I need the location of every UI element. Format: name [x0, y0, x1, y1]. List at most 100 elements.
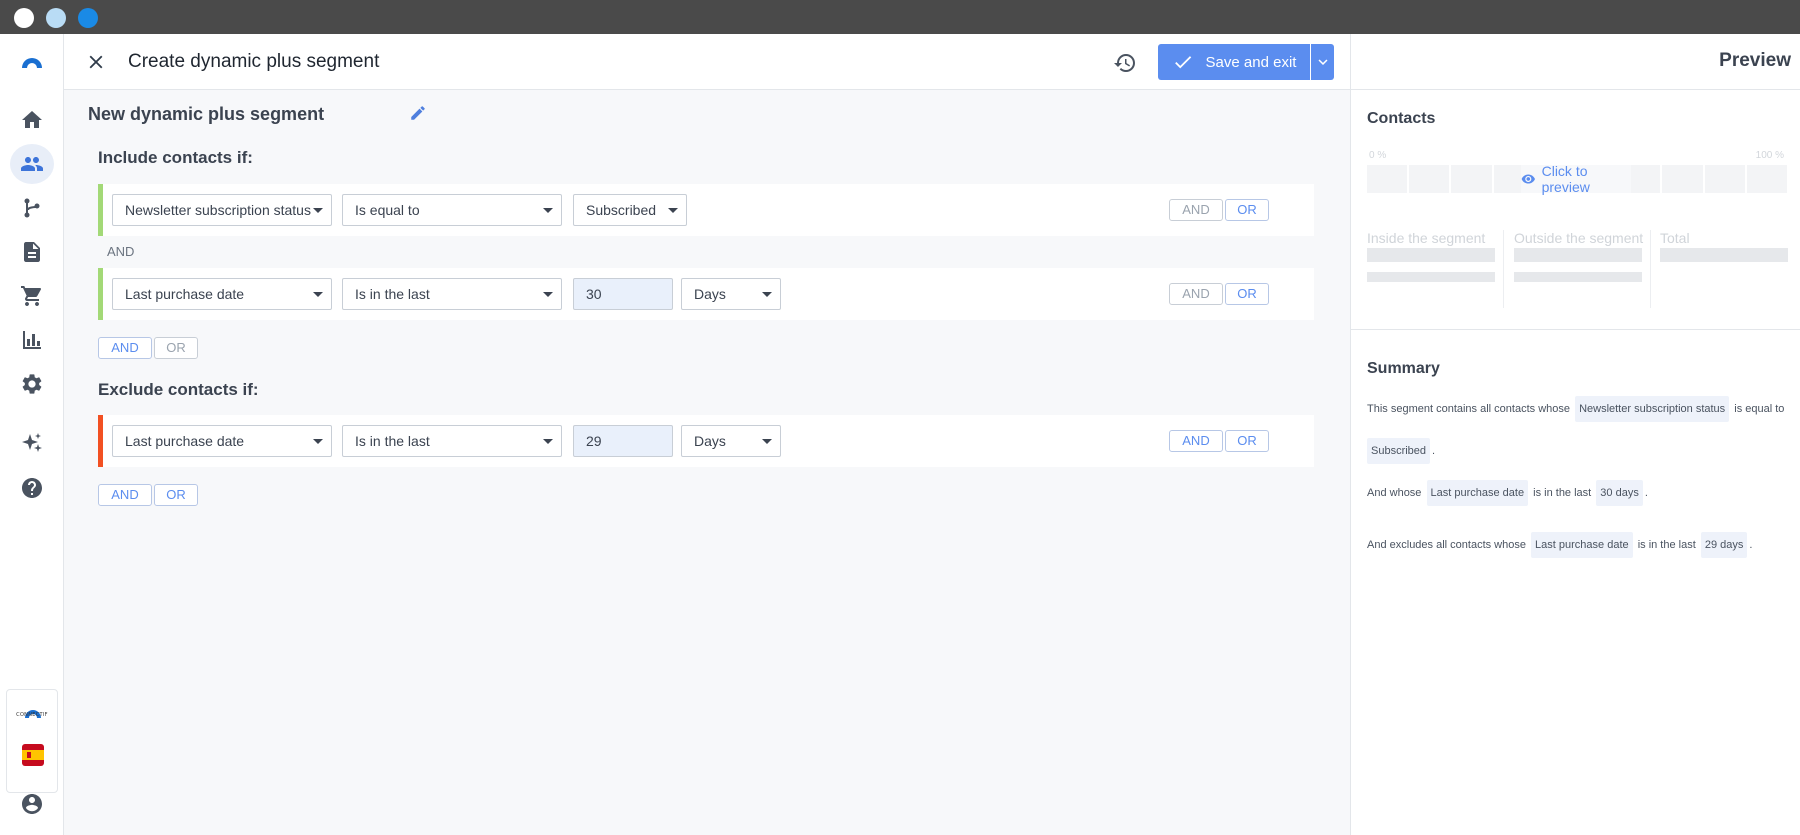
editor-header: Create dynamic plus segment Save and exi… — [64, 34, 1350, 90]
eye-icon — [1521, 174, 1535, 184]
summary-line: And excludes all contacts whose Last pur… — [1367, 532, 1752, 558]
include-add-and-button[interactable]: AND — [98, 337, 152, 359]
include-rule-bar — [98, 184, 103, 236]
account-icon[interactable] — [10, 784, 54, 824]
field-select[interactable]: Newsletter subscription status — [112, 194, 332, 226]
field-select-value: Last purchase date — [125, 286, 245, 302]
history-icon[interactable] — [1112, 50, 1138, 76]
summary-chip: 29 days — [1700, 532, 1748, 558]
exclude-add-and-button[interactable]: AND — [98, 484, 152, 506]
save-and-exit-button[interactable]: Save and exit — [1158, 44, 1310, 80]
save-button-label: Save and exit — [1205, 53, 1297, 71]
window-maximize-control[interactable] — [78, 8, 98, 28]
value-select[interactable]: Subscribed — [573, 194, 687, 226]
summary-text: is in the last — [1533, 487, 1592, 499]
operator-select[interactable]: Is equal to — [342, 194, 562, 226]
number-input[interactable]: 29 — [573, 425, 673, 457]
exclude-rule-bar — [98, 415, 103, 467]
summary-text: is in the last — [1637, 539, 1696, 551]
contacts-icon[interactable] — [10, 144, 54, 184]
include-add-or-button[interactable]: OR — [154, 337, 198, 359]
outside-segment-label: Outside the segment — [1514, 230, 1644, 246]
number-input[interactable]: 30 — [573, 278, 673, 310]
operator-select[interactable]: Is in the last — [342, 278, 562, 310]
page-title: Create dynamic plus segment — [128, 51, 380, 72]
operator-select-value: Is in the last — [355, 286, 430, 302]
summary-text: . — [1749, 539, 1753, 551]
window-minimize-control[interactable] — [46, 8, 66, 28]
summary-text: . — [1432, 445, 1436, 457]
unit-select[interactable]: Days — [681, 425, 781, 457]
or-button[interactable]: OR — [1225, 283, 1269, 305]
gear-icon[interactable] — [10, 364, 54, 404]
summary-text: And whose — [1367, 487, 1422, 499]
caret-down-icon — [313, 292, 323, 297]
flow-icon[interactable] — [10, 188, 54, 228]
sidebar: CONNECTIF — [0, 34, 64, 835]
or-button[interactable]: OR — [1225, 199, 1269, 221]
edit-name-icon[interactable] — [409, 104, 427, 122]
summary-chip: 30 days — [1596, 480, 1643, 506]
caret-down-icon — [543, 208, 553, 213]
caret-down-icon — [313, 208, 323, 213]
summary-line: This segment contains all contacts whose… — [1367, 396, 1784, 422]
preview-panel: Preview Contacts 0 % 100 % Click to prev… — [1350, 34, 1800, 835]
and-separator: AND — [107, 244, 135, 259]
caret-down-icon — [543, 439, 553, 444]
total-label: Total — [1660, 230, 1690, 246]
field-select[interactable]: Last purchase date — [112, 278, 332, 310]
click-to-preview-label: Click to preview — [1541, 163, 1590, 195]
summary-chip: Last purchase date — [1531, 532, 1633, 558]
include-section-title: Include contacts if: — [98, 148, 253, 167]
click-to-preview-button[interactable]: Click to preview — [1521, 163, 1631, 195]
close-icon[interactable] — [84, 50, 108, 74]
operator-select[interactable]: Is in the last — [342, 425, 562, 457]
and-button[interactable]: AND — [1169, 283, 1223, 305]
cart-icon[interactable] — [10, 276, 54, 316]
home-icon[interactable] — [10, 100, 54, 140]
chart-icon[interactable] — [10, 320, 54, 360]
help-icon[interactable] — [10, 468, 54, 508]
summary-chip: Subscribed — [1367, 438, 1431, 464]
caret-down-icon — [543, 292, 553, 297]
summary-text: is equal to — [1734, 403, 1785, 415]
caret-down-icon — [762, 292, 772, 297]
save-options-dropdown[interactable] — [1310, 44, 1334, 80]
include-rule-row: Newsletter subscription status Is equal … — [98, 184, 1314, 236]
summary-chip: Last purchase date — [1426, 480, 1529, 506]
field-select[interactable]: Last purchase date — [112, 425, 332, 457]
check-icon — [1174, 56, 1191, 69]
summary-chip: Newsletter subscription status — [1575, 396, 1730, 422]
logo-icon[interactable] — [10, 42, 54, 82]
sparkle-icon[interactable] — [10, 424, 54, 464]
caret-down-icon — [313, 439, 323, 444]
exclude-add-or-button[interactable]: OR — [154, 484, 198, 506]
field-select-value: Last purchase date — [125, 433, 245, 449]
unit-select[interactable]: Days — [681, 278, 781, 310]
window-close-control[interactable] — [14, 8, 34, 28]
include-rule-bar — [98, 268, 103, 320]
summary-title: Summary — [1367, 360, 1440, 377]
exclude-section-title: Exclude contacts if: — [98, 380, 259, 399]
summary-text: And excludes all contacts whose — [1367, 539, 1526, 551]
preview-header: Preview — [1351, 34, 1800, 90]
document-icon[interactable] — [10, 232, 54, 272]
brand-mini-label: CONNECTIF — [16, 712, 48, 718]
field-select-value: Newsletter subscription status — [125, 202, 311, 218]
summary-text: This segment contains all contacts whose — [1367, 403, 1570, 415]
inside-segment-stat: Inside the segment — [1367, 230, 1503, 310]
outside-segment-stat: Outside the segment — [1514, 230, 1650, 310]
and-button[interactable]: AND — [1169, 199, 1223, 221]
account-brand-box: CONNECTIF — [6, 689, 58, 793]
caret-down-icon — [762, 439, 772, 444]
language-flag-icon[interactable] — [22, 744, 44, 766]
include-rule-row: Last purchase date Is in the last 30 Day… — [98, 268, 1314, 320]
unit-select-value: Days — [694, 286, 726, 302]
segment-editor: New dynamic plus segment Include contact… — [64, 90, 1350, 835]
caret-down-icon — [668, 208, 678, 213]
or-button[interactable]: OR — [1225, 430, 1269, 452]
unit-select-value: Days — [694, 433, 726, 449]
operator-select-value: Is in the last — [355, 433, 430, 449]
and-button[interactable]: AND — [1169, 430, 1223, 452]
inside-segment-label: Inside the segment — [1367, 230, 1486, 246]
